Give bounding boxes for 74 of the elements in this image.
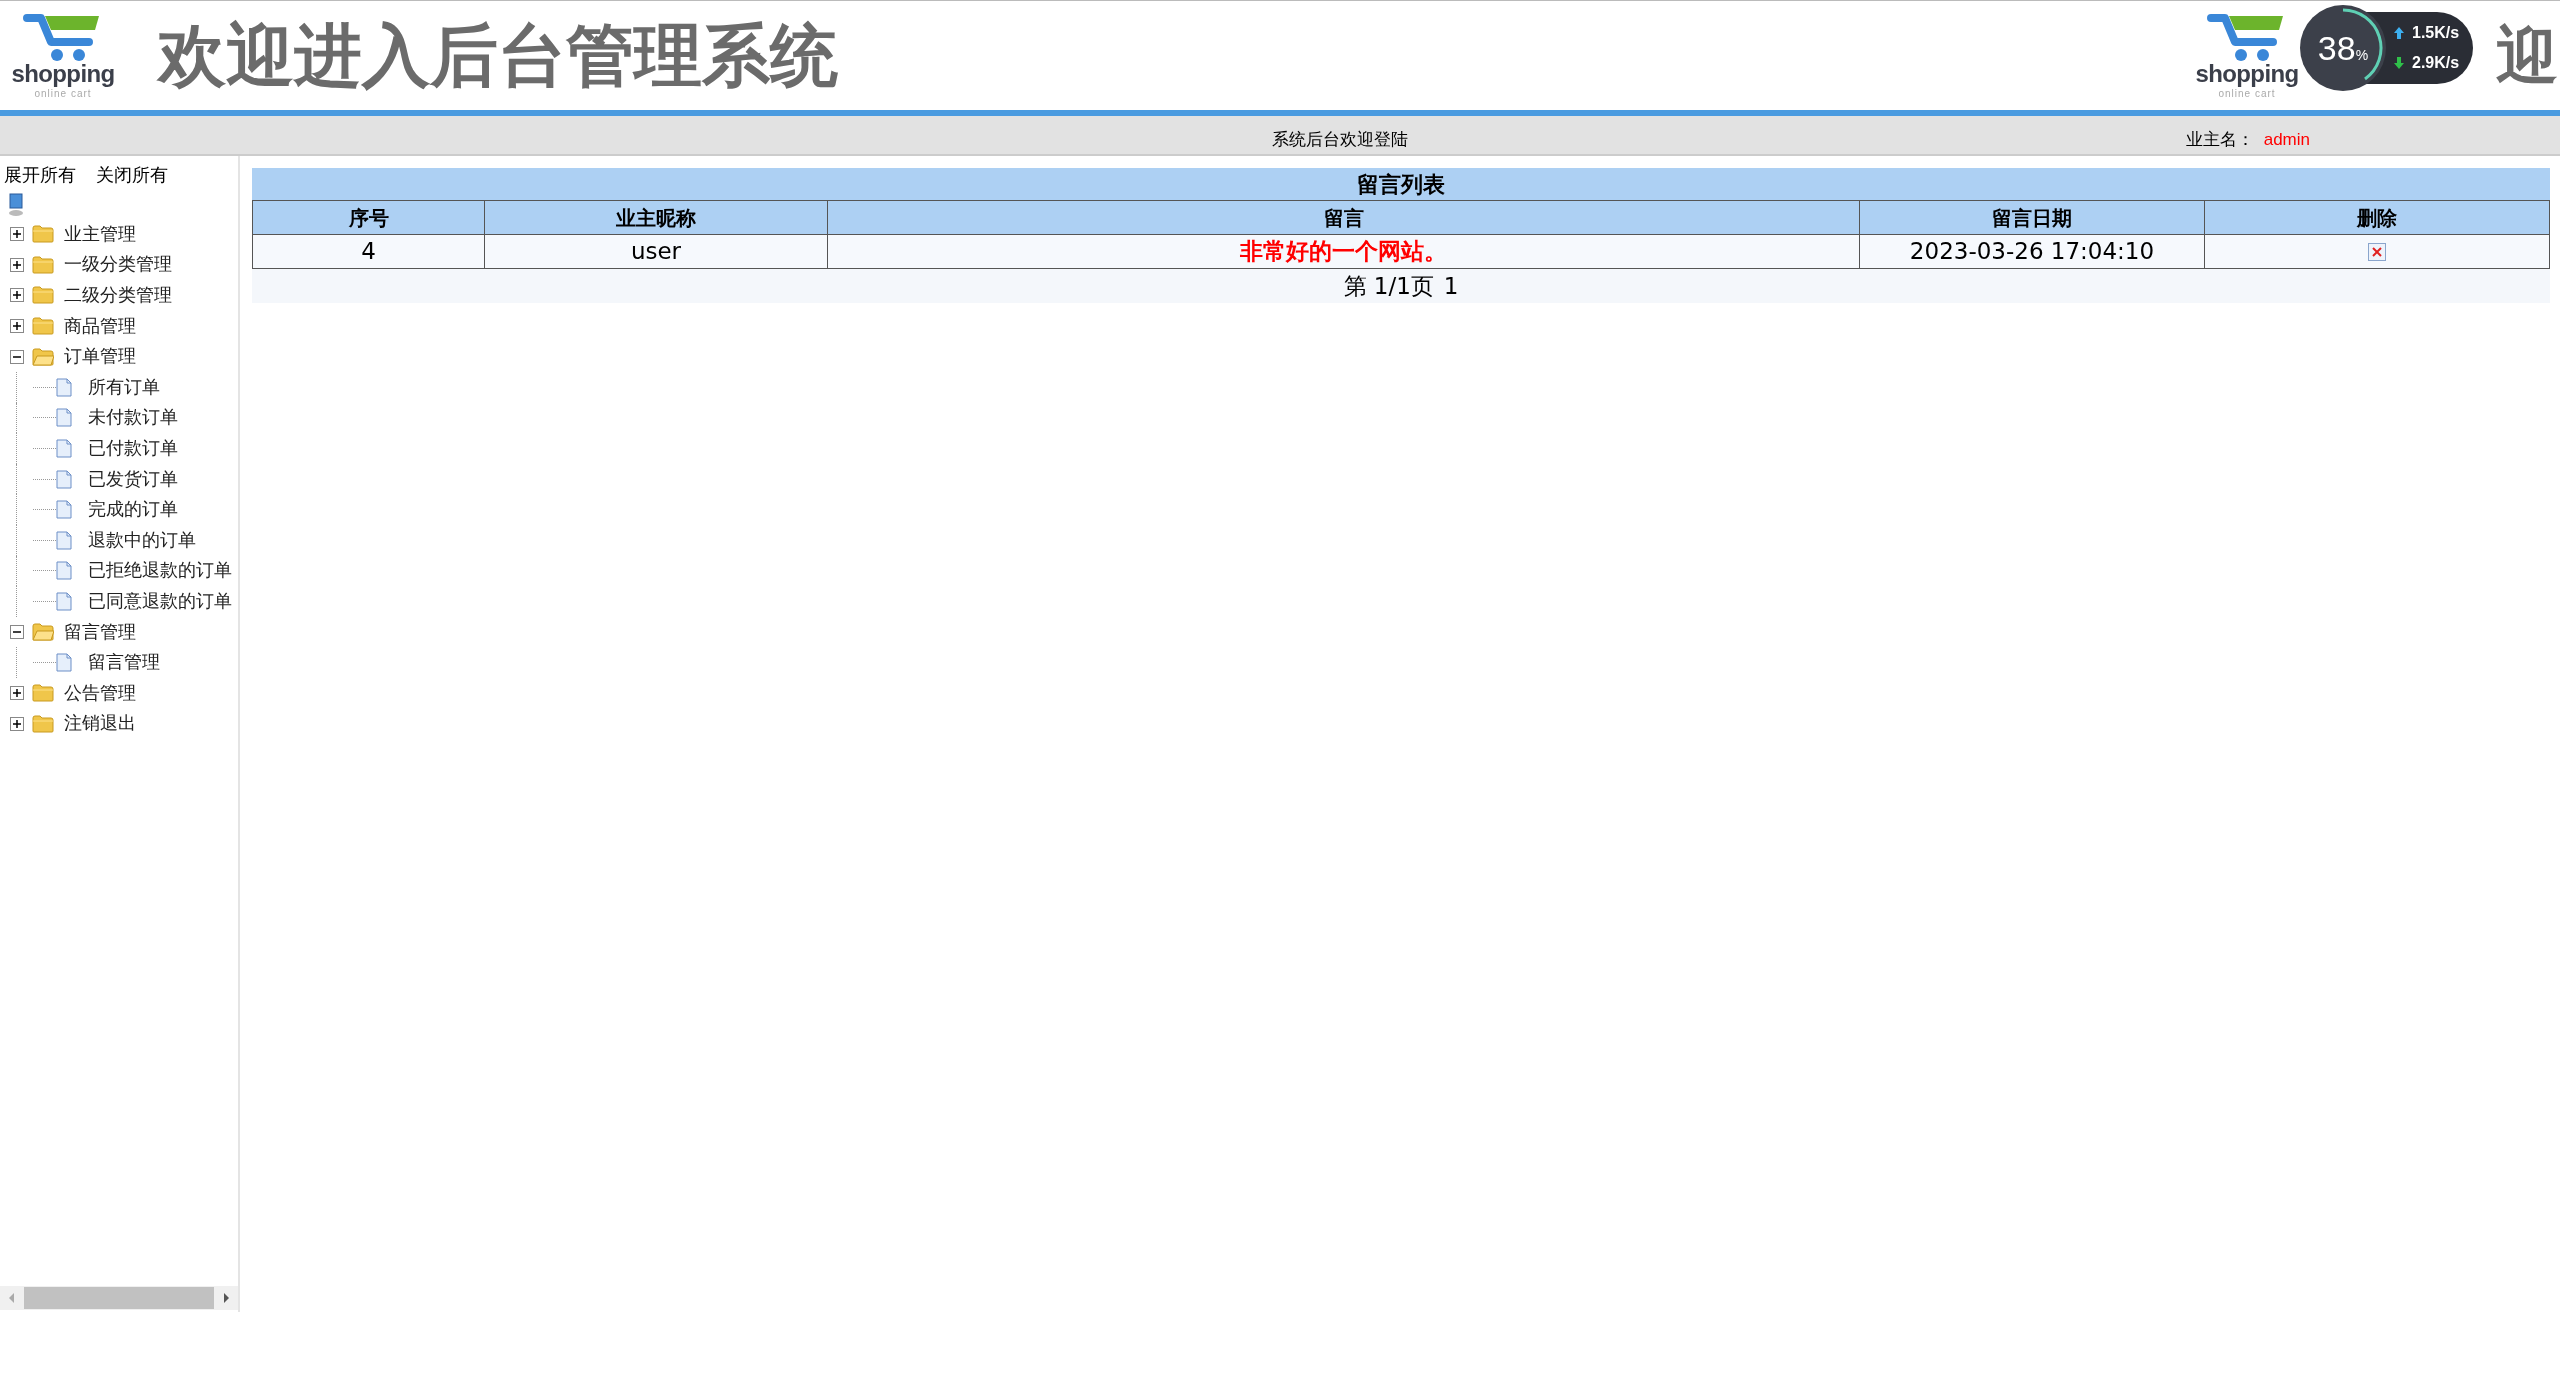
download-speed: 2.9K/s <box>2412 53 2460 73</box>
folder-icon <box>32 714 54 733</box>
expand-icon[interactable] <box>10 288 24 303</box>
tree-folder[interactable]: 公告管理 <box>64 679 136 707</box>
folder-icon <box>32 286 54 305</box>
document-icon <box>56 530 72 550</box>
tree-folder[interactable]: 订单管理 <box>64 343 136 371</box>
tree-folder[interactable]: 业主管理 <box>64 220 136 248</box>
collapse-icon[interactable] <box>10 625 24 639</box>
tree-folder[interactable]: 二级分类管理 <box>64 282 172 309</box>
tree-item[interactable]: 已拒绝退款的订单 <box>88 557 232 585</box>
column-header: 业主昵称 <box>484 201 827 234</box>
column-header: 序号 <box>347 204 390 232</box>
table-cell: user <box>484 235 827 268</box>
upload-arrow-icon <box>2394 27 2404 39</box>
document-icon <box>56 408 72 428</box>
tree-item[interactable]: 已同意退款的订单 <box>88 587 232 615</box>
column-header: 删除 <box>2204 201 2549 234</box>
open-folder-icon <box>32 623 54 641</box>
table-cell: 2023-03-26 17:04:10 <box>1859 235 2204 268</box>
folder-icon <box>32 317 54 336</box>
expand-icon[interactable] <box>10 319 24 334</box>
folder-icon <box>32 684 54 703</box>
document-icon <box>56 438 72 458</box>
message-cell: 非常好的一个网站。 <box>827 235 1859 268</box>
tree-item[interactable]: 已发货订单 <box>88 465 178 493</box>
document-icon <box>56 377 72 397</box>
expand-icon[interactable] <box>10 227 24 242</box>
folder-icon <box>32 225 54 244</box>
document-icon <box>56 591 72 611</box>
logo-name: shopping <box>11 62 115 86</box>
computer-icon <box>8 193 26 217</box>
table-title: 留言列表 <box>252 168 2550 200</box>
horizontal-scrollbar[interactable] <box>0 1286 238 1310</box>
document-icon <box>56 500 72 520</box>
collapse-icon[interactable] <box>10 349 24 364</box>
logo-tagline: online cart <box>2218 89 2276 99</box>
tree-toggle-link[interactable]: 展开所有 <box>4 162 76 189</box>
tree-item[interactable]: 留言管理 <box>88 649 160 677</box>
tree-item[interactable]: 退款中的订单 <box>88 526 196 554</box>
document-icon <box>56 561 72 581</box>
banner-title: 迎 <box>2496 18 2559 94</box>
tree-item[interactable]: 完成的订单 <box>88 496 178 524</box>
user-name: admin <box>2263 128 2310 151</box>
tree-folder[interactable]: 留言管理 <box>64 618 136 646</box>
column-header: 留言 <box>827 201 1859 234</box>
folder-icon <box>32 255 54 274</box>
scroll-thumb[interactable] <box>24 1287 214 1309</box>
delete-icon[interactable] <box>2368 242 2386 261</box>
tree-folder[interactable]: 一级分类管理 <box>64 251 172 279</box>
banner-title: 欢迎进入后台管理系统 <box>158 14 838 97</box>
logo-name: shopping <box>2195 62 2299 86</box>
expand-icon[interactable] <box>10 716 24 731</box>
document-icon <box>56 653 72 673</box>
logo-tagline: online cart <box>34 89 92 99</box>
tree-folder[interactable]: 商品管理 <box>64 312 136 340</box>
tree-folder[interactable]: 注销退出 <box>64 710 136 738</box>
page-indicator: 第 1/1页 <box>1343 271 1434 301</box>
expand-icon[interactable] <box>10 686 24 701</box>
expand-icon[interactable] <box>10 257 24 272</box>
welcome-text: 系统后台欢迎登陆 <box>1272 128 1408 151</box>
tree-item[interactable]: 未付款订单 <box>88 404 178 432</box>
upload-speed: 1.5K/s <box>2412 23 2460 43</box>
tree-item[interactable]: 所有订单 <box>88 373 160 401</box>
user-label: 业主名： <box>2185 128 2254 151</box>
tree-toggle-link[interactable]: 关闭所有 <box>96 162 168 189</box>
open-folder-icon <box>32 347 54 366</box>
download-arrow-icon <box>2394 57 2404 69</box>
tree-item[interactable]: 已付款订单 <box>88 434 178 462</box>
page-link[interactable]: 1 <box>1443 268 1459 304</box>
column-header: 留言日期 <box>1859 201 2204 234</box>
document-icon <box>56 469 72 489</box>
usage-percent: 38% <box>2317 31 2369 65</box>
table-cell-text: 4 <box>360 237 377 267</box>
